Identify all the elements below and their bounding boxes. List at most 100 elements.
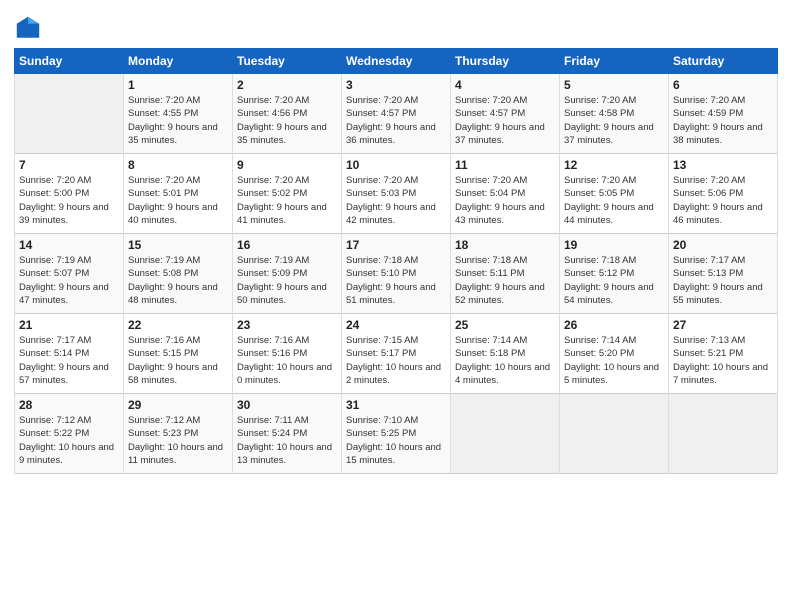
calendar-cell: 8Sunrise: 7:20 AMSunset: 5:01 PMDaylight… <box>124 154 233 234</box>
day-number: 30 <box>237 398 337 412</box>
calendar-cell: 15 Sunrise: 7:19 AMSunset: 5:08 PMDayligh… <box>124 234 233 314</box>
calendar-week-row: 7Sunrise: 7:20 AMSunset: 5:00 PMDaylight… <box>15 154 778 234</box>
calendar-cell: 29 Sunrise: 7:12 AMSunset: 5:23 PMDayligh… <box>124 394 233 474</box>
calendar-cell: 17 Sunrise: 7:18 AMSunset: 5:10 PMDayligh… <box>342 234 451 314</box>
calendar-cell <box>451 394 560 474</box>
calendar-cell: 1 Sunrise: 7:20 AMSunset: 4:55 PMDaylight… <box>124 74 233 154</box>
day-info: Sunrise: 7:18 AMSunset: 5:10 PMDaylight:… <box>346 254 446 307</box>
day-number: 5 <box>564 78 664 92</box>
calendar-cell: 20Sunrise: 7:17 AMSunset: 5:13 PMDayligh… <box>669 234 778 314</box>
day-info: Sunrise: 7:19 AMSunset: 5:09 PMDaylight:… <box>237 254 337 307</box>
calendar-cell: 11Sunrise: 7:20 AMSunset: 5:04 PMDayligh… <box>451 154 560 234</box>
day-number: 29 <box>128 398 228 412</box>
day-number: 28 <box>19 398 119 412</box>
day-number: 9 <box>237 158 337 172</box>
day-number: 26 <box>564 318 664 332</box>
weekday-header: Wednesday <box>342 49 451 74</box>
day-number: 21 <box>19 318 119 332</box>
day-number: 23 <box>237 318 337 332</box>
calendar-cell: 22Sunrise: 7:16 AMSunset: 5:15 PMDayligh… <box>124 314 233 394</box>
day-number: 31 <box>346 398 446 412</box>
day-info: Sunrise: 7:18 AMSunset: 5:12 PMDaylight:… <box>564 254 664 307</box>
weekday-header: Monday <box>124 49 233 74</box>
day-info: Sunrise: 7:19 AMSunset: 5:08 PMDaylight:… <box>128 254 228 307</box>
header-row: SundayMondayTuesdayWednesdayThursdayFrid… <box>15 49 778 74</box>
day-number: 24 <box>346 318 446 332</box>
day-info: Sunrise: 7:16 AMSunset: 5:16 PMDaylight:… <box>237 334 337 387</box>
day-number: 4 <box>455 78 555 92</box>
day-info: Sunrise: 7:20 AMSunset: 4:57 PMDaylight:… <box>455 94 555 147</box>
calendar-cell: 4 Sunrise: 7:20 AMSunset: 4:57 PMDaylight… <box>451 74 560 154</box>
day-info: Sunrise: 7:20 AMSunset: 4:57 PMDaylight:… <box>346 94 446 147</box>
day-number: 17 <box>346 238 446 252</box>
day-number: 8 <box>128 158 228 172</box>
day-info: Sunrise: 7:12 AMSunset: 5:23 PMDaylight:… <box>128 414 228 467</box>
day-info: Sunrise: 7:20 AMSunset: 4:55 PMDaylight:… <box>128 94 228 147</box>
calendar-cell <box>15 74 124 154</box>
calendar-cell: 19 Sunrise: 7:18 AMSunset: 5:12 PMDayligh… <box>560 234 669 314</box>
day-number: 27 <box>673 318 773 332</box>
calendar-cell: 25 Sunrise: 7:14 AMSunset: 5:18 PMDayligh… <box>451 314 560 394</box>
day-number: 16 <box>237 238 337 252</box>
day-info: Sunrise: 7:11 AMSunset: 5:24 PMDaylight:… <box>237 414 337 467</box>
calendar-cell: 21 Sunrise: 7:17 AMSunset: 5:14 PMDayligh… <box>15 314 124 394</box>
day-info: Sunrise: 7:20 AMSunset: 5:03 PMDaylight:… <box>346 174 446 227</box>
calendar-week-row: 1 Sunrise: 7:20 AMSunset: 4:55 PMDaylight… <box>15 74 778 154</box>
calendar-cell: 26 Sunrise: 7:14 AMSunset: 5:20 PMDayligh… <box>560 314 669 394</box>
calendar-cell: 2Sunrise: 7:20 AMSunset: 4:56 PMDaylight… <box>233 74 342 154</box>
calendar-cell: 3 Sunrise: 7:20 AMSunset: 4:57 PMDaylight… <box>342 74 451 154</box>
day-number: 3 <box>346 78 446 92</box>
calendar-cell: 23 Sunrise: 7:16 AMSunset: 5:16 PMDayligh… <box>233 314 342 394</box>
calendar-table: SundayMondayTuesdayWednesdayThursdayFrid… <box>14 48 778 474</box>
weekday-header: Thursday <box>451 49 560 74</box>
calendar-cell: 16 Sunrise: 7:19 AMSunset: 5:09 PMDayligh… <box>233 234 342 314</box>
day-info: Sunrise: 7:14 AMSunset: 5:20 PMDaylight:… <box>564 334 664 387</box>
day-info: Sunrise: 7:20 AMSunset: 5:02 PMDaylight:… <box>237 174 337 227</box>
calendar-cell <box>560 394 669 474</box>
calendar-cell: 30 Sunrise: 7:11 AMSunset: 5:24 PMDayligh… <box>233 394 342 474</box>
calendar-cell <box>669 394 778 474</box>
calendar-cell: 24 Sunrise: 7:15 AMSunset: 5:17 PMDayligh… <box>342 314 451 394</box>
day-info: Sunrise: 7:14 AMSunset: 5:18 PMDaylight:… <box>455 334 555 387</box>
header <box>14 10 778 42</box>
calendar-cell: 14 Sunrise: 7:19 AMSunset: 5:07 PMDayligh… <box>15 234 124 314</box>
day-number: 13 <box>673 158 773 172</box>
day-info: Sunrise: 7:20 AMSunset: 4:59 PMDaylight:… <box>673 94 773 147</box>
calendar-cell: 13 Sunrise: 7:20 AMSunset: 5:06 PMDayligh… <box>669 154 778 234</box>
day-info: Sunrise: 7:20 AMSunset: 5:04 PMDaylight:… <box>455 174 555 227</box>
day-number: 15 <box>128 238 228 252</box>
calendar-cell: 28 Sunrise: 7:12 AMSunset: 5:22 PMDayligh… <box>15 394 124 474</box>
day-info: Sunrise: 7:20 AMSunset: 5:05 PMDaylight:… <box>564 174 664 227</box>
day-info: Sunrise: 7:13 AMSunset: 5:21 PMDaylight:… <box>673 334 773 387</box>
day-number: 14 <box>19 238 119 252</box>
day-number: 22 <box>128 318 228 332</box>
calendar-cell: 5Sunrise: 7:20 AMSunset: 4:58 PMDaylight… <box>560 74 669 154</box>
main-container: SundayMondayTuesdayWednesdayThursdayFrid… <box>0 0 792 484</box>
day-info: Sunrise: 7:19 AMSunset: 5:07 PMDaylight:… <box>19 254 119 307</box>
day-number: 6 <box>673 78 773 92</box>
day-number: 19 <box>564 238 664 252</box>
logo <box>14 14 44 42</box>
day-info: Sunrise: 7:10 AMSunset: 5:25 PMDaylight:… <box>346 414 446 467</box>
calendar-week-row: 21 Sunrise: 7:17 AMSunset: 5:14 PMDayligh… <box>15 314 778 394</box>
day-number: 1 <box>128 78 228 92</box>
calendar-week-row: 14 Sunrise: 7:19 AMSunset: 5:07 PMDayligh… <box>15 234 778 314</box>
calendar-body: 1 Sunrise: 7:20 AMSunset: 4:55 PMDaylight… <box>15 74 778 474</box>
calendar-cell: 9 Sunrise: 7:20 AMSunset: 5:02 PMDaylight… <box>233 154 342 234</box>
weekday-header: Saturday <box>669 49 778 74</box>
day-info: Sunrise: 7:17 AMSunset: 5:14 PMDaylight:… <box>19 334 119 387</box>
day-number: 7 <box>19 158 119 172</box>
day-info: Sunrise: 7:18 AMSunset: 5:11 PMDaylight:… <box>455 254 555 307</box>
logo-icon <box>14 14 42 42</box>
weekday-header: Friday <box>560 49 669 74</box>
day-info: Sunrise: 7:20 AMSunset: 5:06 PMDaylight:… <box>673 174 773 227</box>
day-info: Sunrise: 7:12 AMSunset: 5:22 PMDaylight:… <box>19 414 119 467</box>
day-number: 10 <box>346 158 446 172</box>
day-info: Sunrise: 7:15 AMSunset: 5:17 PMDaylight:… <box>346 334 446 387</box>
calendar-cell: 6 Sunrise: 7:20 AMSunset: 4:59 PMDaylight… <box>669 74 778 154</box>
day-number: 25 <box>455 318 555 332</box>
day-number: 2 <box>237 78 337 92</box>
calendar-cell: 27 Sunrise: 7:13 AMSunset: 5:21 PMDayligh… <box>669 314 778 394</box>
calendar-week-row: 28 Sunrise: 7:12 AMSunset: 5:22 PMDayligh… <box>15 394 778 474</box>
calendar-cell: 10 Sunrise: 7:20 AMSunset: 5:03 PMDayligh… <box>342 154 451 234</box>
